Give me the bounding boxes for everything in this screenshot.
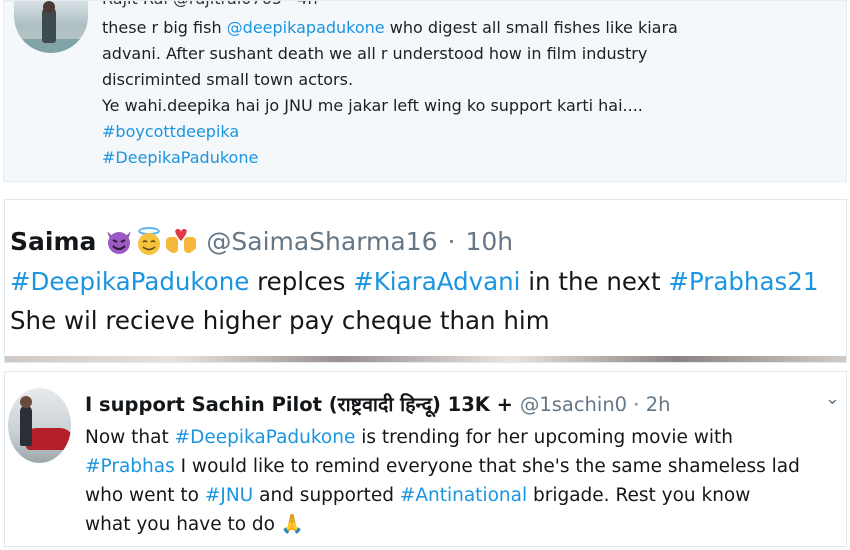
text: who digest all small fishes like kiara	[384, 18, 678, 37]
tweet-line: #Prabhas I would like to remind everyone…	[85, 452, 800, 481]
handle[interactable]: @SaimaSharma16	[206, 227, 437, 256]
tweet-text: Now that #DeepikaPadukone is trending fo…	[85, 423, 800, 539]
hashtag-link[interactable]: #KiaraAdvani	[353, 267, 520, 296]
avatar-head	[20, 396, 32, 408]
tweet-text: these r big fish @deepikapadukone who di…	[102, 15, 842, 171]
tweet-header: I support Sachin Pilot (राष्ट्रवादी हिन्…	[85, 390, 670, 417]
tweet-line: who went to #JNU and supported #Antinati…	[85, 481, 800, 510]
text: replces	[249, 267, 354, 296]
tweet-card-2[interactable]: Saima @SaimaSharma16 · 10h #DeepikaPaduk…	[4, 199, 847, 363]
avatar[interactable]	[14, 1, 88, 53]
text: and supported	[253, 485, 400, 506]
tweet-card-1[interactable]: Rajit Rai @rajitrai0765 · 4h these r big…	[3, 0, 847, 182]
text: brigade. Rest you know	[527, 485, 751, 506]
tweet-line: #DeepikaPadukone replces #KiaraAdvani in…	[10, 267, 818, 296]
smiling-devil-emoji-icon	[107, 231, 132, 254]
hands-heart-emoji-icon	[166, 229, 197, 253]
avatar-head	[43, 1, 55, 13]
tweet-header: Saima @SaimaSharma16 · 10h	[10, 222, 513, 260]
text: in the next	[520, 267, 669, 296]
tweet-line: Ye wahi.deepika hai jo JNU me jakar left…	[102, 96, 643, 115]
display-name[interactable]: I support Sachin Pilot (राष्ट्रवादी हिन्…	[85, 393, 520, 416]
text: these r big fish	[102, 18, 227, 37]
text: what you have to do	[85, 514, 281, 535]
separator-dot: ·	[447, 226, 456, 256]
timestamp[interactable]: 10h	[466, 227, 514, 256]
text: I would like to remind everyone that she…	[174, 456, 800, 477]
avatar[interactable]	[8, 388, 71, 463]
tweet-line: what you have to do 🙏	[85, 510, 800, 539]
display-name[interactable]: Saima	[10, 227, 96, 256]
separator-dot: ·	[627, 393, 646, 416]
tweet-line: She wil recieve higher pay cheque than h…	[10, 306, 550, 335]
tweet-line: Now that #DeepikaPadukone is trending fo…	[85, 423, 800, 452]
tweet-line: #DeepikaPadukone	[102, 145, 842, 171]
chevron-down-icon[interactable]: ⌄	[825, 388, 840, 409]
hashtag-link[interactable]: #JNU	[205, 485, 253, 506]
tweet-line: these r big fish @deepikapadukone who di…	[102, 15, 842, 41]
hashtag-link[interactable]: #boycottdeepika	[102, 122, 239, 141]
avatar-car	[26, 428, 71, 450]
mention-link[interactable]: @deepikapadukone	[227, 18, 385, 37]
hashtag-link[interactable]: #DeepikaPadukone	[102, 148, 258, 167]
hashtag-link[interactable]: #Antinational	[400, 485, 527, 506]
avatar-person	[20, 406, 32, 446]
folded-hands-emoji-icon: 🙏	[280, 514, 304, 535]
hashtag-link[interactable]: #Prabhas	[85, 456, 175, 477]
tweet-line: advani. After sushant death we all r und…	[102, 44, 648, 63]
tweet-header-cropped: Rajit Rai @rajitrai0765 · 4h	[102, 1, 318, 8]
media-preview[interactable]	[5, 356, 846, 362]
tweet-line: #boycottdeepika	[102, 119, 842, 145]
hashtag-link[interactable]: #Prabhas21	[668, 267, 818, 296]
timestamp[interactable]: 2h	[646, 393, 671, 416]
text: is trending for her upcoming movie with	[355, 427, 734, 448]
text: who went to	[85, 485, 205, 506]
hashtag-link[interactable]: #DeepikaPadukone	[175, 427, 356, 448]
hashtag-link[interactable]: #DeepikaPadukone	[10, 267, 249, 296]
tweet-line: discriminted small town actors.	[102, 70, 354, 89]
text: Now that	[85, 427, 175, 448]
handle[interactable]: @1sachin0	[520, 393, 627, 416]
tweet-card-3[interactable]: I support Sachin Pilot (राष्ट्रवादी हिन्…	[4, 371, 847, 547]
halo-face-emoji-icon	[138, 227, 161, 255]
